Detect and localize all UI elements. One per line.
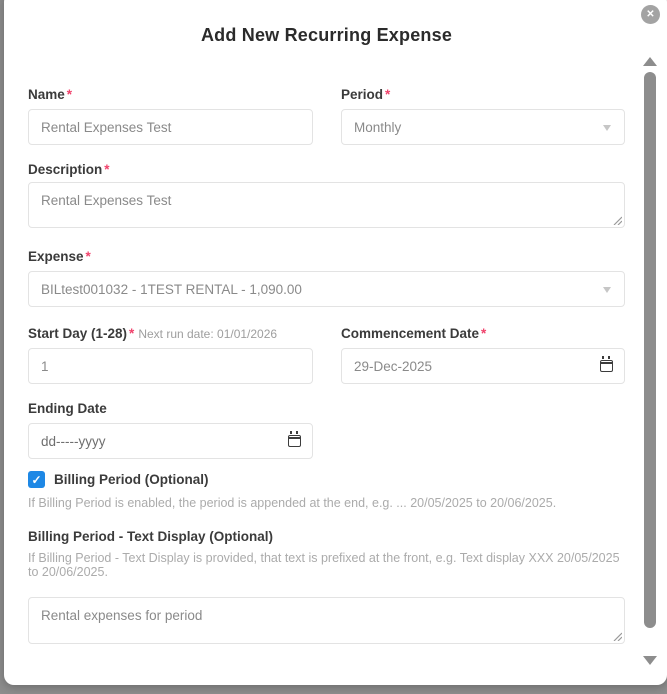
calendar-icon[interactable]: [600, 356, 613, 372]
field-ending-date: Ending Date: [28, 400, 313, 459]
field-billing-period-text: Rental expenses for period: [28, 597, 625, 644]
name-label: Name *: [28, 87, 73, 102]
period-select-value[interactable]: [341, 109, 625, 145]
period-select[interactable]: [341, 109, 625, 145]
required-asterisk: *: [129, 326, 135, 341]
modal-title: Add New Recurring Expense: [200, 25, 453, 45]
field-expense: Expense *: [28, 248, 625, 307]
expense-label: Expense *: [28, 249, 91, 264]
expense-select[interactable]: [28, 271, 625, 307]
commencement-date-label: Commencement Date *: [341, 326, 487, 341]
commencement-date-input[interactable]: [341, 348, 625, 384]
billing-period-text-wrap: Rental expenses for period: [28, 597, 625, 644]
billing-period-help-text: If Billing Period is enabled, the period…: [28, 496, 557, 510]
period-label: Period *: [341, 87, 391, 102]
scrollbar-up-arrow-icon[interactable]: [643, 57, 657, 66]
ending-date-input[interactable]: [28, 423, 313, 459]
billing-period-label: Billing Period (Optional): [54, 472, 209, 487]
billing-period-text-textarea[interactable]: Rental expenses for period: [28, 597, 625, 644]
chevron-down-icon: [603, 287, 611, 293]
description-wrap: Rental Expenses Test: [28, 182, 625, 228]
description-textarea[interactable]: Rental Expenses Test: [28, 182, 625, 228]
description-label: Description *: [28, 162, 110, 177]
start-day-label: Start Day (1-28) * Next run date: 01/01/20…: [28, 326, 278, 341]
close-icon: ✕: [646, 9, 655, 20]
name-input[interactable]: [28, 109, 313, 145]
modal-content: Add New Recurring Expense Name* Period* …: [4, 0, 667, 685]
field-name: Name *: [28, 86, 313, 145]
field-start-day: Start Day (1-28) * Next run date: 01/01/20…: [28, 325, 313, 384]
close-button[interactable]: ✕: [641, 5, 660, 24]
billing-period-text-label: Billing Period - Text Display (Optional): [28, 529, 274, 544]
calendar-icon[interactable]: [288, 431, 301, 447]
billing-period-checkbox[interactable]: ✓: [28, 471, 45, 488]
field-commencement-date: Commencement Date *: [341, 325, 625, 384]
field-description: Description * Rental Expenses Test: [28, 161, 625, 228]
required-asterisk: *: [104, 162, 110, 177]
expense-select-value[interactable]: [28, 271, 625, 307]
commencement-date-picker[interactable]: [341, 348, 625, 384]
check-icon: ✓: [31, 472, 42, 487]
scrollbar-down-arrow-icon[interactable]: [643, 656, 657, 665]
required-asterisk: *: [385, 87, 391, 102]
row-startday-commencement: Start Day (1-28) * Next run date: 01/01/20…: [28, 325, 625, 384]
ending-date-label: Ending Date: [28, 401, 107, 416]
next-run-date-note: Next run date: 01/01/2026: [138, 327, 278, 341]
add-recurring-expense-modal: Add New Recurring Expense Name* Period* …: [4, 0, 667, 685]
required-asterisk: *: [85, 249, 91, 264]
billing-period-text-help: If Billing Period - Text Display is prov…: [28, 551, 620, 579]
scrollbar-thumb[interactable]: [644, 72, 656, 628]
field-period: Period *: [341, 86, 625, 145]
required-asterisk: *: [481, 326, 487, 341]
chevron-down-icon: [603, 125, 611, 131]
required-asterisk: *: [66, 87, 73, 102]
billing-period-checkbox-row: ✓ Billing Period (Optional): [28, 471, 625, 488]
start-day-input[interactable]: [28, 348, 313, 384]
billing-period-text-section: Billing Period - Text Display (Optional)…: [28, 528, 625, 579]
row-name-period: Name* Period*: [28, 86, 625, 145]
ending-date-picker[interactable]: [28, 423, 313, 459]
